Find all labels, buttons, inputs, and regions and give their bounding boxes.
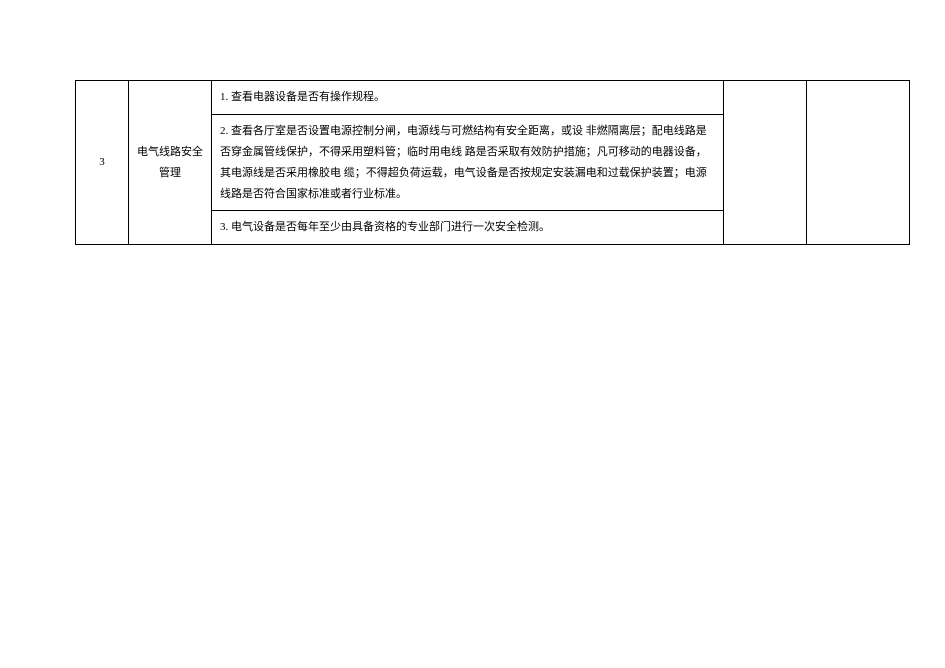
blank-cell-2 (807, 81, 910, 245)
table-row: 3 电气线路安全管理 1. 查看电器设备是否有操作规程。 (76, 81, 910, 115)
category-cell: 电气线路安全管理 (129, 81, 212, 245)
blank-cell-1 (724, 81, 807, 245)
row-number: 3 (99, 156, 105, 168)
safety-table: 3 电气线路安全管理 1. 查看电器设备是否有操作规程。 2. 查看各厅室是否设… (75, 80, 910, 245)
content-item-3: 3. 电气设备是否每年至少由具备资格的专业部门进行一次安全检测。 (212, 211, 724, 245)
content-text-1: 1. 查看电器设备是否有操作规程。 (220, 91, 385, 103)
row-number-cell: 3 (76, 81, 129, 245)
content-item-1: 1. 查看电器设备是否有操作规程。 (212, 81, 724, 115)
category-label: 电气线路安全管理 (137, 146, 203, 179)
content-item-2: 2. 查看各厅室是否设置电源控制分闸，电源线与可燃结构有安全距离，或设 非燃隔离… (212, 114, 724, 211)
content-text-3: 3. 电气设备是否每年至少由具备资格的专业部门进行一次安全检测。 (220, 221, 550, 233)
content-text-2: 2. 查看各厅室是否设置电源控制分闸，电源线与可燃结构有安全距离，或设 非燃隔离… (220, 125, 707, 200)
table-container: 3 电气线路安全管理 1. 查看电器设备是否有操作规程。 2. 查看各厅室是否设… (0, 0, 945, 245)
